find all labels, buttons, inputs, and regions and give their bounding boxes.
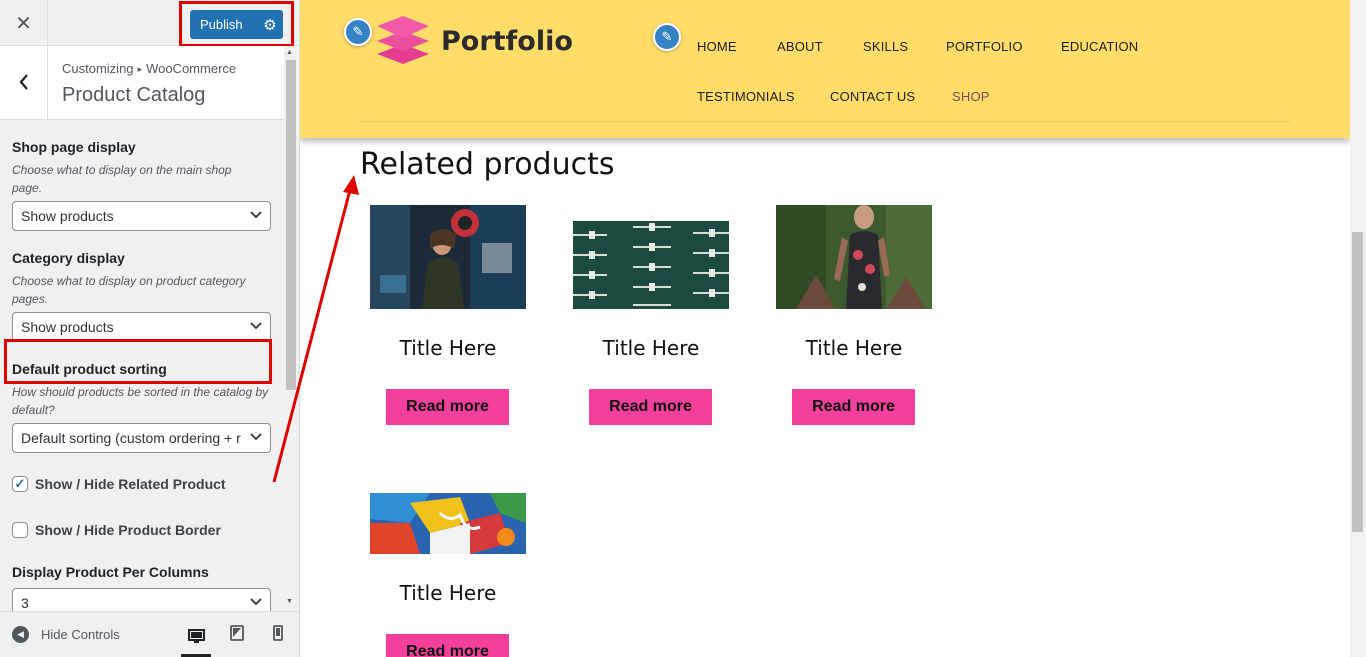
- per-columns-value: 3: [21, 595, 29, 611]
- customizer-topbar: ✕ Publish ⚙: [0, 0, 299, 47]
- product-title[interactable]: Title Here: [776, 336, 932, 360]
- product-title[interactable]: Title Here: [370, 336, 526, 360]
- category-display-select[interactable]: Show products: [12, 312, 271, 342]
- back-button[interactable]: [0, 46, 48, 119]
- hide-controls-label: Hide Controls: [41, 627, 120, 642]
- product-card: Title Here Read more: [776, 205, 932, 425]
- shop-page-display-control: Shop page display Choose what to display…: [12, 139, 271, 231]
- edit-menu-pencil-icon[interactable]: ✎: [653, 23, 681, 51]
- product-title[interactable]: Title Here: [370, 581, 526, 605]
- product-title[interactable]: Title Here: [573, 336, 729, 360]
- tablet-icon: [230, 624, 244, 646]
- mobile-icon: [273, 624, 283, 646]
- scroll-down-icon[interactable]: ▼: [286, 598, 293, 605]
- per-columns-control: Display Product Per Columns 3: [12, 564, 271, 611]
- site-logo[interactable]: Portfolio: [375, 14, 573, 69]
- green-wall-pattern-photo[interactable]: [573, 221, 729, 309]
- product-border-toggle[interactable]: Show / Hide Product Border: [12, 522, 221, 538]
- publish-highlight-box: Publish ⚙: [179, 1, 294, 47]
- category-display-label: Category display: [12, 250, 125, 266]
- nav-contact-us[interactable]: CONTACT US: [830, 89, 915, 104]
- customizer-sidebar: ✕ Publish ⚙ Customizing ▸ WooCommerce Prod…: [0, 0, 300, 657]
- header-divider: [360, 121, 1290, 122]
- default-sorting-desc: How should products be sorted in the cat…: [12, 385, 269, 417]
- default-sorting-value: Default sorting (custom ordering + r: [21, 430, 241, 446]
- tablet-preview-button[interactable]: [222, 623, 252, 647]
- shop-page-display-label: Shop page display: [12, 139, 136, 155]
- nav-home[interactable]: HOME: [697, 39, 737, 54]
- read-more-button[interactable]: Read more: [792, 389, 915, 425]
- close-customizer-button[interactable]: ✕: [0, 0, 48, 46]
- product-card: Title Here Read more: [573, 221, 729, 425]
- related-product-highlight-box: [4, 339, 272, 384]
- read-more-button[interactable]: Read more: [589, 389, 712, 425]
- desktop-preview-button[interactable]: [181, 623, 211, 657]
- related-product-checkbox[interactable]: ✓: [12, 476, 28, 492]
- chevron-down-icon: [250, 430, 262, 444]
- publish-label: Publish: [200, 17, 243, 32]
- shop-page-display-select[interactable]: Show products: [12, 201, 271, 231]
- site-preview: ✎ Portfolio ✎ HOME ABOUT SKILLS PORTFOLI…: [300, 0, 1350, 657]
- product-border-checkbox[interactable]: [12, 522, 28, 538]
- gear-icon[interactable]: ⚙: [257, 16, 283, 34]
- preview-scroll-thumb[interactable]: [1352, 232, 1363, 532]
- collapse-arrow-icon: ◀: [12, 626, 29, 643]
- publish-button[interactable]: Publish ⚙: [190, 10, 283, 39]
- related-products-heading: Related products: [360, 147, 615, 182]
- breadcrumb-root: Customizing: [62, 61, 134, 76]
- nav-shop[interactable]: SHOP: [952, 89, 990, 104]
- shop-page-display-value: Show products: [21, 208, 114, 224]
- related-product-label: Show / Hide Related Product: [35, 476, 226, 492]
- read-more-button[interactable]: Read more: [386, 634, 509, 657]
- desktop-icon: [187, 628, 205, 649]
- breadcrumb-separator-icon: ▸: [137, 64, 143, 74]
- product-card: Title Here Read more: [370, 493, 526, 657]
- category-display-value: Show products: [21, 319, 114, 335]
- panel-title: Product Catalog: [62, 84, 206, 106]
- site-header: ✎ Portfolio ✎ HOME ABOUT SKILLS PORTFOLI…: [300, 0, 1350, 138]
- per-columns-select[interactable]: 3: [12, 588, 271, 611]
- shop-page-display-desc: Choose what to display on the main shop …: [12, 163, 232, 195]
- default-sorting-select[interactable]: Default sorting (custom ordering + r: [12, 423, 271, 453]
- category-display-control: Category display Choose what to display …: [12, 250, 271, 342]
- logo-text: Portfolio: [441, 26, 573, 57]
- related-product-toggle[interactable]: ✓ Show / Hide Related Product: [12, 476, 226, 492]
- read-more-button[interactable]: Read more: [386, 389, 509, 425]
- category-display-desc: Choose what to display on product catego…: [12, 274, 246, 306]
- breadcrumb: Customizing ▸ WooCommerce: [62, 61, 236, 76]
- abstract-painting-photo[interactable]: [370, 493, 526, 554]
- hide-controls-button[interactable]: ◀ Hide Controls: [12, 626, 120, 643]
- chevron-down-icon: [250, 595, 262, 609]
- nav-about[interactable]: ABOUT: [777, 39, 823, 54]
- graffiti-woman-photo[interactable]: [370, 205, 526, 309]
- scroll-up-icon[interactable]: ▲: [286, 49, 293, 56]
- panel-header: Customizing ▸ WooCommerce Product Catalog: [0, 46, 284, 120]
- per-columns-label: Display Product Per Columns: [12, 564, 209, 580]
- product-card: Title Here Read more: [370, 205, 526, 425]
- edit-logo-pencil-icon[interactable]: ✎: [344, 18, 372, 46]
- product-border-label: Show / Hide Product Border: [35, 522, 221, 538]
- chevron-down-icon: [250, 208, 262, 222]
- mobile-preview-button[interactable]: [263, 623, 293, 647]
- stack-logo-icon: [375, 14, 431, 69]
- nav-portfolio[interactable]: PORTFOLIO: [946, 39, 1023, 54]
- close-icon: ✕: [15, 12, 32, 35]
- customizer-footer: ◀ Hide Controls: [0, 611, 299, 657]
- chevron-down-icon: [250, 319, 262, 333]
- breadcrumb-section: WooCommerce: [146, 61, 237, 76]
- sidebar-scroll-thumb[interactable]: [286, 60, 296, 390]
- nav-skills[interactable]: SKILLS: [863, 39, 908, 54]
- nav-testimonials[interactable]: TESTIMONIALS: [697, 89, 795, 104]
- chevron-left-icon: [19, 70, 29, 96]
- tattooed-woman-photo[interactable]: [776, 205, 932, 309]
- nav-education[interactable]: EDUCATION: [1061, 39, 1138, 54]
